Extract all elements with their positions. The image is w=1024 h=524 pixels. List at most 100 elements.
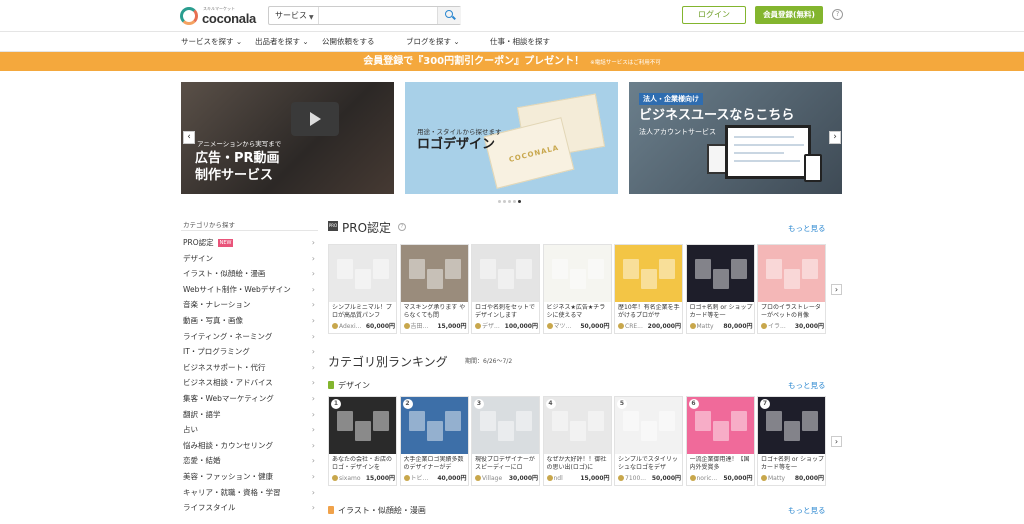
coconala-logo[interactable]: スキルマーケット coconala [180,6,258,26]
service-price: 100,000円 [504,323,538,330]
seller-avatar [546,475,553,481]
chevron-right-icon: › [311,347,315,357]
service-title: ロゴ+名刺 or ショップカード等を一 [689,304,753,319]
sidebar-item-category[interactable]: 音楽・ナレーション › [183,298,319,312]
sidebar-item-category[interactable]: 占い › [183,423,319,437]
coupon-banner[interactable]: 会員登録で『300円割引クーポン』プレゼント！ ※電話サービスはご利用不可 [0,52,1024,71]
sidebar-heading: カテゴリから探す [183,221,235,229]
login-button[interactable]: ログイン [682,6,746,24]
sidebar-item-category[interactable]: ビジネス相談・アドバイス › [183,376,319,390]
main-nav: サービスを探す ⌄ 出品者を探す ⌄ 公開依頼をする ブログを探す ⌄ 仕事・相… [0,32,1024,52]
chevron-right-icon: › [311,253,315,263]
service-card[interactable]: 4 なぜか大好評！！御社の思い出(ロゴ)に ndl 15,000円 [542,396,612,486]
seller-name: マツ... [553,323,572,330]
hero-slide-logo[interactable]: COCONALA 用途・スタイルから探せます ロゴデザイン [405,82,618,194]
sidebar-item-category[interactable]: 集客・Webマーケティング › [183,392,319,406]
nav-find-blogs[interactable]: ブログを探す ⌄ [406,32,460,52]
service-card[interactable]: プロのイラストレーターがペットの肖像 イラ... 30,000円 [757,244,826,334]
header: スキルマーケット coconala サービス ▼ ログイン 会員登録(無料) ? [0,0,1024,32]
sidebar-item-category[interactable]: 動画・写真・画像 › [183,314,319,328]
hero-slide-title-2: 制作サービス [195,168,274,183]
hero-dot[interactable] [513,200,516,203]
service-card[interactable]: ビジネス★広告★チラシに使えるマ マツ... 50,000円 [542,244,612,334]
service-card[interactable]: 6 一流企業御用達！【国内外受賞多 noric... 50,000円 [685,396,755,486]
sidebar-item-category[interactable]: イラスト・似顔絵・漫画 › [183,267,319,281]
ranking-next-button[interactable]: › [831,436,842,447]
service-card[interactable]: マスキング承ります やらなくても問 吉田... 15,000円 [399,244,469,334]
service-footer: イラ... 30,000円 [761,322,824,332]
design-category-icon [328,381,334,389]
sidebar-item-category[interactable]: 翻訳・語学 › [183,408,319,422]
service-thumbnail [686,245,754,302]
search-button[interactable] [437,7,461,24]
sidebar-item-category[interactable]: デザイン › [183,252,319,266]
sidebar-item-label: 恋愛・結婚 [183,456,221,466]
illust-more-link[interactable]: もっと見る [788,505,826,516]
chevron-right-icon: › [311,269,315,279]
service-card[interactable]: シンプルミニマル！プロが高品質パンフ Adexi... 60,000円 [328,244,397,334]
hero-slide-subtitle: 用途・スタイルから探せます [417,128,502,136]
seller-avatar [332,475,338,481]
hero-dot[interactable] [498,200,501,203]
service-footer: CRE... 200,000円 [618,322,681,332]
sidebar-item-label: ライフスタイル [183,503,236,513]
chevron-right-icon: › [311,487,315,497]
service-price: 15,000円 [437,323,467,330]
sidebar-item-category[interactable]: ライフスタイル › [183,501,319,515]
rank-badge: 3 [474,399,484,409]
search-input[interactable] [319,7,437,24]
service-title: ロゴや名刺をセットでデザインします [475,304,536,319]
hero-prev-button[interactable]: ‹ [183,131,195,144]
hero-slide-business[interactable]: 法人・企業様向け ビジネスユースならこちら 法人アカウントサービス [629,82,842,194]
hero-dot-active[interactable] [518,200,521,203]
nav-find-services[interactable]: サービスを探す ⌄ [181,32,242,52]
search-icon [445,10,453,18]
seller-name: CRE... [625,323,643,330]
seller-name: sixamo [339,475,361,482]
service-card[interactable]: 歴10年！有名企業を手がけるプロがサ CRE... 200,000円 [614,244,683,334]
hero-next-button[interactable]: › [829,131,841,144]
seller-avatar [618,323,624,329]
sidebar-item-category[interactable]: ビジネスサポート・代行 › [183,361,319,375]
seller-avatar [475,323,481,329]
register-button[interactable]: 会員登録(無料) [755,6,823,24]
ranking-more-link[interactable]: もっと見る [788,380,826,391]
chevron-right-icon: › [311,425,315,435]
service-thumbnail: 4 [543,397,611,454]
hero-dot[interactable] [508,200,511,203]
sidebar-item-category[interactable]: 恋愛・結婚 › [183,454,319,468]
seller-avatar [332,323,338,329]
service-card[interactable]: 5 シンプルでスタイリッシュなロゴをデザ 7100... 50,000円 [614,396,683,486]
service-card[interactable]: 1 あなたの会社・お店のロゴ・デザインを sixamo 15,000円 [328,396,397,486]
nav-find-sellers[interactable]: 出品者を探す ⌄ [255,32,309,52]
sidebar-item-label: キャリア・就職・資格・学習 [183,487,281,497]
sidebar-item-category[interactable]: PRO認定 NEW › [183,236,319,250]
sidebar-item-label: デザイン [183,253,213,263]
search-category-select[interactable]: サービス ▼ [269,7,319,24]
sidebar-item-category[interactable]: 美容・ファッション・健康 › [183,470,319,484]
service-footer: トビ... 40,000円 [403,474,467,484]
service-card[interactable]: ロゴや名刺をセットでデザインします デザ... 100,000円 [471,244,540,334]
nav-find-jobs[interactable]: 仕事・相談を探す [490,32,550,52]
nav-post-request[interactable]: 公開依頼をする [322,32,375,52]
sidebar-item-category[interactable]: Webサイト制作・Webデザイン › [183,283,319,297]
service-price: 80,000円 [794,475,824,482]
service-card[interactable]: 2 大手企業ロゴ実績多数のデザイナーがデ トビ... 40,000円 [399,396,469,486]
sidebar-item-category[interactable]: キャリア・就職・資格・学習 › [183,486,319,500]
service-card[interactable]: 7 ロゴ+名刺 or ショップカード等を一 Matty 80,000円 [757,396,826,486]
pro-more-link[interactable]: もっと見る [788,223,826,234]
hero-slide-video[interactable]: アニメーションから実写まで 広告・PR動画 制作サービス [181,82,394,194]
sidebar-item-category[interactable]: IT・プログラミング › [183,345,319,359]
service-card[interactable]: ロゴ+名刺 or ショップカード等を一 Matty 80,000円 [685,244,755,334]
help-icon[interactable]: ? [832,9,843,20]
card-logo-text: COCONALA [508,143,560,164]
sidebar-item-category[interactable]: ライティング・ネーミング › [183,330,319,344]
service-card[interactable]: 3 現役プロデザイナーがスピーディーにロ Village 30,000円 [471,396,540,486]
logo-mark-icon [180,7,198,25]
pro-info-icon[interactable]: ? [398,223,406,231]
service-price: 15,000円 [365,475,395,482]
pro-next-button[interactable]: › [831,284,842,295]
hero-dot[interactable] [503,200,506,203]
rank-badge: 2 [402,399,413,409]
sidebar-item-category[interactable]: 悩み相談・カウンセリング › [183,439,319,453]
